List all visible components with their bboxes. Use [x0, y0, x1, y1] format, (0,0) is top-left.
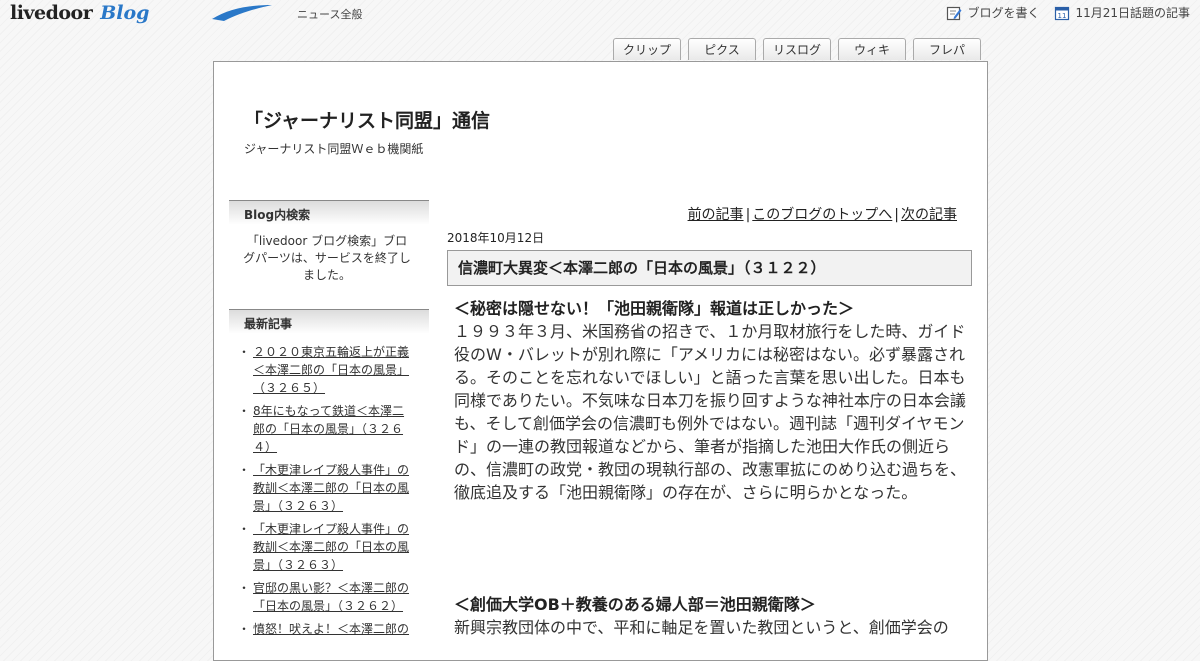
recent-articles-list: ２０２０東京五輪返上が正義＜本澤二郎の「日本の風景」（３２６５） 8年にもなって…: [229, 338, 429, 638]
recent-article-link[interactable]: 8年にもなって鉄道＜本澤二郎の「日本の風景」（３２６４）: [253, 404, 404, 454]
recent-article-link[interactable]: ２０２０東京五輪返上が正義＜本澤二郎の「日本の風景」（３２６５）: [253, 345, 409, 395]
blog-top-link[interactable]: このブログのトップへ: [752, 207, 892, 223]
entry-heading-2: ＜創価大学OB＋教養のある婦人部＝池田親衛隊＞: [454, 595, 816, 614]
tab-pics[interactable]: ピクス: [688, 38, 756, 60]
tab-rislog[interactable]: リスログ: [763, 38, 831, 60]
recent-article-link[interactable]: 「木更津レイプ殺人事件」の教訓＜本澤二郎の「日本の風景」（３２６３）: [253, 463, 409, 513]
topic-articles-label: 11月21日話題の記事: [1075, 6, 1190, 20]
entry-paragraph-2: 新興宗教団体の中で、平和に軸足を置いた教団というと、創価学会の: [454, 618, 949, 637]
entry-heading-1: ＜秘密は隠せない！「池田親衛隊」報道は正しかった＞: [454, 299, 855, 318]
service-tabs: クリップ ピクス リスログ ウィキ フレパ: [613, 38, 988, 60]
topic-articles-link[interactable]: 11 11月21日話題の記事: [1054, 4, 1190, 21]
top-right-links: ブログを書く 11 11月21日話題の記事: [946, 4, 1190, 21]
prev-article-link[interactable]: 前の記事: [688, 207, 744, 223]
blog-frame: 「ジャーナリスト同盟」通信 ジャーナリスト同盟Ｗｅｂ機関紙 Blog内検索 「l…: [213, 61, 988, 661]
calendar-icon: 11: [1055, 6, 1070, 20]
list-item: 「木更津レイプ殺人事件」の教訓＜本澤二郎の「日本の風景」（３２６３）: [238, 461, 411, 515]
blog-search-heading: Blog内検索: [229, 200, 429, 229]
list-item: 「木更津レイプ殺人事件」の教訓＜本澤二郎の「日本の風景」（３２６３）: [238, 520, 411, 574]
nav-separator: |: [894, 207, 899, 223]
tab-wiki[interactable]: ウィキ: [838, 38, 906, 60]
entry-date: 2018年10月12日: [447, 231, 545, 245]
category-link[interactable]: ニュース全般: [297, 6, 362, 22]
blog-description: ジャーナリスト同盟Ｗｅｂ機関紙: [244, 142, 424, 156]
logo-blog-text: Blog: [100, 2, 150, 24]
recent-article-link[interactable]: 官邸の黒い影？＜本澤二郎の「日本の風景」（３２６２）: [253, 581, 409, 613]
recent-articles-heading: 最新記事: [229, 309, 429, 338]
recent-article-link[interactable]: 「木更津レイプ殺人事件」の教訓＜本澤二郎の「日本の風景」（３２６３）: [253, 522, 409, 572]
blog-search-notice: 「livedoor ブログ検索」ブログパーツは、サービスを終了しました。: [243, 234, 411, 282]
entry-navigation: 前の記事 | このブログのトップへ | 次の記事: [688, 204, 957, 224]
entry-body: ＜秘密は隠せない！「池田親衛隊」報道は正しかった＞ １９９３年３月、米国務省の招…: [454, 297, 969, 504]
recent-article-link[interactable]: 憤怒！吠えよ！＜本澤二郎の: [253, 622, 409, 636]
list-item: 官邸の黒い影？＜本澤二郎の「日本の風景」（３２６２）: [238, 579, 411, 615]
next-article-link[interactable]: 次の記事: [901, 207, 957, 223]
nav-separator: |: [745, 207, 751, 223]
list-item: ２０２０東京五輪返上が正義＜本澤二郎の「日本の風景」（３２６５）: [238, 343, 411, 397]
sidebar: Blog内検索 「livedoor ブログ検索」ブログパーツは、サービスを終了し…: [229, 200, 429, 643]
top-bar: livedoor Blog ニュース全般 ブログを書く 11 11月21日話題の…: [0, 0, 1200, 28]
pencil-edit-icon: [947, 6, 962, 20]
entry-paragraph-1: １９９３年３月、米国務省の招きで、１か月取材旅行をした時、ガイド役のW・バレット…: [454, 322, 967, 502]
logo-text: livedoor: [10, 2, 93, 24]
tab-clip[interactable]: クリップ: [613, 38, 681, 60]
svg-text:11: 11: [1058, 12, 1067, 20]
blog-title[interactable]: 「ジャーナリスト同盟」通信: [244, 106, 490, 133]
logo-swoosh-icon: [212, 5, 272, 21]
livedoor-blog-logo[interactable]: livedoor Blog: [10, 1, 272, 25]
write-blog-link[interactable]: ブログを書く: [946, 4, 1039, 21]
tab-frepa[interactable]: フレパ: [913, 38, 981, 60]
list-item: 8年にもなって鉄道＜本澤二郎の「日本の風景」（３２６４）: [238, 402, 411, 456]
list-item: 憤怒！吠えよ！＜本澤二郎の: [238, 620, 411, 638]
write-blog-label: ブログを書く: [967, 6, 1040, 20]
entry-title[interactable]: 信濃町大異変＜本澤二郎の「日本の風景」（３１２２）: [447, 250, 972, 286]
